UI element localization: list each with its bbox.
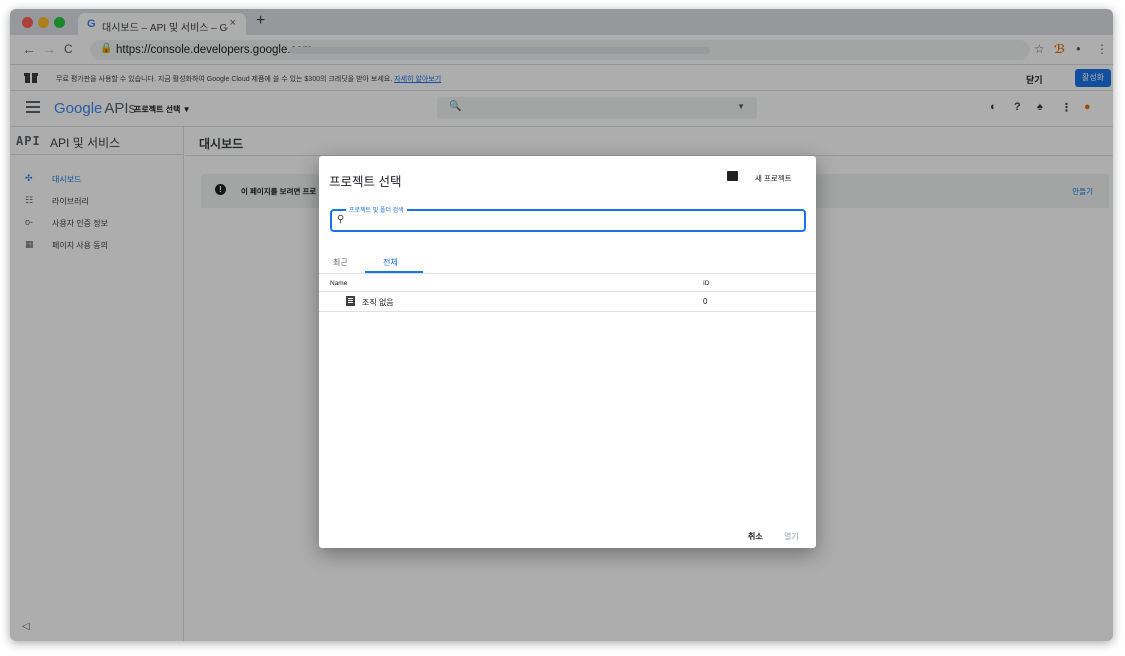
building-icon <box>346 296 355 306</box>
divider <box>319 273 816 274</box>
project-select-dialog: 프로젝트 선택 새 프로젝트 프로젝트 및 폴더 검색 ⚲ 최근 전체 Name… <box>319 156 816 548</box>
browser-window: G 대시보드 – API 및 서비스 – Google × + ← → C 🔒 … <box>10 9 1113 641</box>
row-id: 0 <box>703 297 708 306</box>
column-header-id: ID <box>703 280 710 287</box>
new-folder-icon <box>727 171 738 181</box>
cancel-button[interactable]: 취소 <box>748 531 763 542</box>
project-search-input[interactable] <box>350 213 790 228</box>
dialog-title: 프로젝트 선택 <box>329 175 402 189</box>
tab-recent[interactable]: 최근 <box>333 257 348 268</box>
column-header-name: Name <box>330 280 348 287</box>
table-row[interactable]: 조직 없음 0 <box>319 292 816 312</box>
tab-all[interactable]: 전체 <box>383 257 398 268</box>
open-button[interactable]: 열기 <box>784 531 799 542</box>
search-icon: ⚲ <box>337 214 345 225</box>
row-name: 조직 없음 <box>362 298 394 307</box>
project-search-box[interactable]: 프로젝트 및 폴더 검색 ⚲ <box>330 205 806 232</box>
